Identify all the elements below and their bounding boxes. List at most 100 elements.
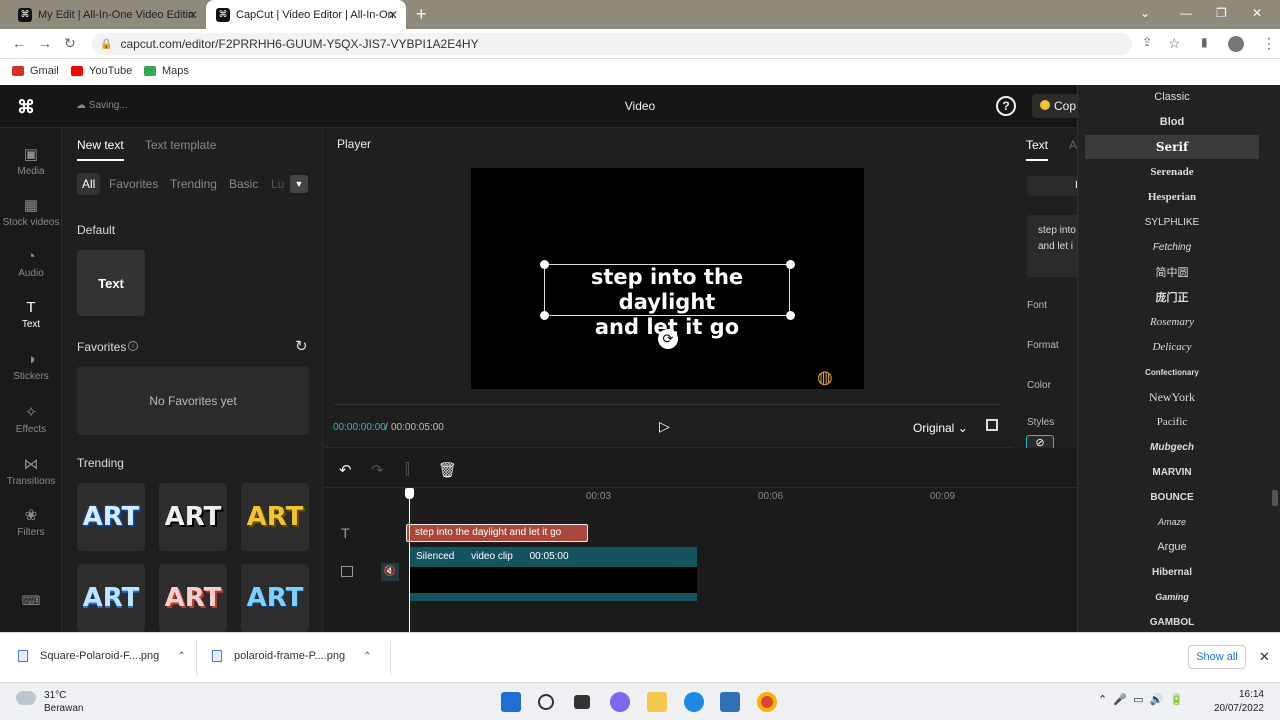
filter-chip-more[interactable]: Lu [271,173,284,195]
scrub-bar[interactable] [334,404,999,405]
rail-item-stock-videos[interactable]: ▦ Stock videos [0,196,62,228]
filter-chip-trending[interactable]: Trending [170,173,217,195]
default-text-card[interactable]: Text [77,250,145,316]
refresh-icon[interactable]: ↻ [295,337,308,355]
font-option[interactable]: Serenade [1085,160,1259,184]
close-tab-icon[interactable]: ✕ [188,8,198,22]
resize-handle[interactable] [786,311,795,320]
text-style-card[interactable]: ART [159,564,227,632]
show-all-button[interactable]: Show all [1188,645,1246,669]
help-icon[interactable]: ? [996,96,1016,116]
mute-icon[interactable]: 🔇 [381,563,399,581]
font-option-selected[interactable]: Serif [1085,135,1259,159]
share-icon[interactable]: ⇪ [1142,35,1152,49]
font-option[interactable]: 庞门正 [1085,285,1259,309]
resize-handle[interactable] [540,311,549,320]
rail-item-filters[interactable]: ❀ Filters [0,506,62,538]
filter-chip-basic[interactable]: Basic [229,173,258,195]
forward-icon[interactable]: → [38,35,52,51]
new-tab-icon[interactable]: + [416,4,427,25]
chat-icon[interactable] [610,692,630,712]
edge-icon[interactable] [684,692,704,712]
resize-handle[interactable] [540,260,549,269]
bookmark-youtube[interactable]: YouTube [71,65,132,77]
font-option[interactable]: Classic [1085,85,1259,109]
chevron-up-icon[interactable]: ⌃ [177,651,185,662]
back-icon[interactable]: ← [12,35,26,51]
no-style-icon[interactable]: ⊘ [1026,435,1054,448]
chevron-down-icon[interactable]: ▼ [290,175,308,193]
aspect-ratio-select[interactable]: Original ⌄ [913,421,968,435]
font-option[interactable]: Pacific [1085,410,1259,434]
rotate-icon[interactable]: ⟳ [658,329,678,349]
tab-text-template[interactable]: Text template [145,138,216,152]
playhead-handle[interactable] [405,488,414,499]
rail-item-transitions[interactable]: ⋈ Transitions [0,455,62,487]
font-option[interactable]: NewYork [1085,385,1259,409]
delete-icon[interactable]: 🗑 [438,461,457,479]
rail-item-media[interactable]: ▣ Media [0,145,62,177]
text-style-card[interactable]: ART [77,483,145,551]
text-content-input[interactable]: step into and let i [1027,215,1077,277]
font-option[interactable]: Amaze [1085,510,1259,534]
reload-icon[interactable]: ↻ [64,35,76,52]
system-tray[interactable]: ⌃ 🎤 ▭ 🔊 🔋 [1098,693,1183,706]
tab-search-icon[interactable]: ⌄ [1140,6,1150,20]
menu-icon[interactable]: ⋮ [1262,35,1276,52]
text-style-card[interactable]: ART [77,564,145,632]
text-style-card[interactable]: ART [241,483,309,551]
font-option[interactable]: GAMBOL [1085,610,1259,634]
rail-item-effects[interactable]: ✧ Effects [0,403,62,435]
download-item[interactable]: Square-Polaroid-F....png ⌃ [18,650,186,662]
chrome-icon[interactable] [757,692,777,712]
font-option[interactable]: Mubgech [1085,435,1259,459]
profile-avatar[interactable] [1228,36,1244,52]
chevron-up-icon[interactable]: ⌃ [363,651,371,662]
font-option[interactable]: Confectionary [1085,360,1259,384]
text-style-card[interactable]: ART [159,483,227,551]
windows-start-icon[interactable] [501,692,521,712]
font-option[interactable]: MARVIN [1085,460,1259,484]
video-canvas[interactable]: step into the daylight and let it go ⟳ [471,168,864,389]
font-option[interactable]: BOUNCE [1085,485,1259,509]
font-option[interactable]: Gaming [1085,585,1259,609]
text-style-card[interactable]: ART [241,564,309,632]
rail-item-text[interactable]: T Text [0,299,62,330]
side-panel-icon[interactable]: ▮ [1201,35,1208,49]
tab-new-text[interactable]: New text [77,138,124,161]
store-icon[interactable] [720,692,740,712]
info-icon[interactable]: i [128,341,138,351]
clock[interactable]: 16:14 20/07/2022 [1212,688,1264,716]
font-option[interactable]: SYLPHLIKE [1085,210,1259,234]
filter-chip-favorites[interactable]: Favorites [109,173,158,195]
capcut-logo-icon[interactable]: ⌘ [17,97,35,118]
font-option[interactable]: Hesperian [1085,185,1259,209]
dropdown-scrollbar[interactable] [1272,490,1278,506]
browser-tab-active[interactable]: ⌘ CapCut | Video Editor | All-In-On ✕ [206,0,406,29]
bookmark-maps[interactable]: Maps [144,65,189,77]
undo-icon[interactable]: ↶ [339,461,352,479]
keyboard-shortcuts-icon[interactable]: ⌨ [0,593,62,609]
download-item[interactable]: polaroid-frame-P....png ⌃ [212,650,371,662]
rail-item-stickers[interactable]: ◑ Stickers [0,351,62,382]
file-explorer-icon[interactable] [647,692,667,712]
bookmark-gmail[interactable]: Gmail [12,65,59,77]
text-clip[interactable]: step into the daylight and let it go [406,524,588,542]
close-tab-icon[interactable]: ✕ [388,8,398,22]
preset-button[interactable]: I [1027,176,1077,196]
minimize-icon[interactable]: — [1180,6,1192,20]
playhead[interactable] [405,488,414,632]
font-option[interactable]: Rosemary [1085,310,1259,334]
font-option[interactable]: Blod [1085,110,1259,134]
tab-animation[interactable]: A [1069,138,1077,152]
close-window-icon[interactable]: ✕ [1252,6,1262,20]
bookmark-star-icon[interactable]: ☆ [1168,35,1181,52]
font-option[interactable]: 简中圆 [1085,260,1259,284]
browser-tab[interactable]: ⌘ My Edit | All-In-One Video Editin ✕ [8,0,206,29]
project-title[interactable]: Video [610,99,670,113]
split-icon[interactable]: ⫿ [405,461,410,478]
redo-icon[interactable]: ↷ [371,461,384,479]
task-view-icon[interactable] [574,695,590,709]
font-option[interactable]: Argue [1085,535,1259,559]
maximize-icon[interactable]: ❐ [1216,6,1227,20]
